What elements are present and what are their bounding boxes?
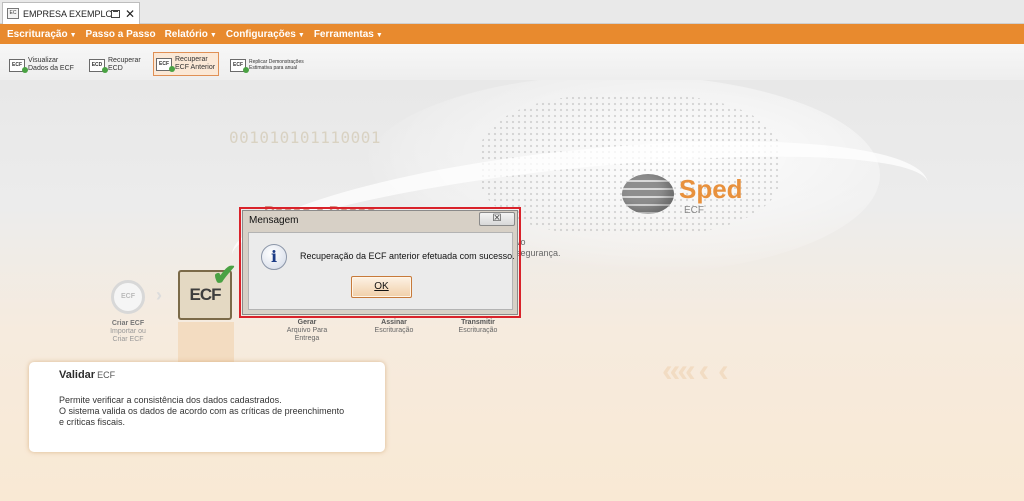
restore-icon[interactable] [110,9,120,18]
intro-text-fragment: segurança. [516,248,561,258]
recuperar-ecf-anterior-button[interactable]: ECF Recuperar ECF Anterior [153,52,220,76]
caret-down-icon: ▼ [69,31,77,39]
tool-label-line1: Recuperar [108,57,141,64]
caret-down-icon: ▼ [375,31,383,39]
chevron-right-icon: › [156,285,162,305]
ecf-file-icon: ECF [156,57,175,72]
step-subtitle: Arquivo Para [286,327,328,334]
ecd-file-icon: ECD [89,58,108,73]
gerar-step-label[interactable]: Gerar Arquivo Para Entrega [279,319,335,343]
menu-label: Relatório [164,28,208,40]
tool-label-line1: Recuperar [175,56,208,63]
menu-configuracoes[interactable]: Configurações ▼ [226,29,305,40]
caret-down-icon: ▼ [297,31,305,39]
ecf-file-icon: ECF [230,58,249,73]
description-line: O sistema valida os dados de acordo com … [59,406,345,416]
step-subtitle: Importar ou [110,328,146,335]
tool-label: Recuperar ECD [108,57,141,73]
menu-label: Passo a Passo [85,28,156,40]
tool-label-line2: ECF Anterior [175,64,216,71]
validar-title-text: Validar [59,369,96,381]
close-icon[interactable]: ✕ [125,8,135,20]
description-line: e críticas fiscais. [59,417,126,427]
step-subtitle: Criar ECF [112,336,144,343]
tool-label: Visualizar Dados da ECF [28,57,74,73]
sped-logo-word: Sped [679,174,743,204]
step-title: Gerar [297,319,317,326]
description-line: Permite verificar a consistência dos dad… [59,395,282,405]
checkmark-icon: ✔ [212,259,238,292]
tool-label: Recuperar ECF Anterior [175,56,215,72]
validar-info-panel: Validar ECF Permite verificar a consistên… [29,362,385,452]
validar-panel-title: Validar ECF [59,369,385,381]
menu-label: Escrituração [7,28,68,40]
dialog-close-button[interactable]: ☒ [479,212,515,226]
message-dialog: Mensagem ☒ i Recuperação da ECF anterior… [242,210,518,315]
tool-label-line2: ECD [108,65,123,72]
menu-ferramentas[interactable]: Ferramentas ▼ [314,29,383,40]
window-tab-bar: EC EMPRESA EXEMPLO... ✕ [0,0,1024,24]
sped-logo-sub: ECF [684,205,704,216]
sped-ecf-logo: Sped ECF [622,172,743,222]
tab-title: EMPRESA EXEMPLO... [23,8,111,19]
tool-label-line1: Visualizar [28,57,59,64]
replicar-demonstracoes-button[interactable]: ECF Replicar Demonstrações Estimativa par… [230,53,304,77]
active-step-connector [178,322,234,362]
tool-label-line2: Dados da ECF [28,65,74,72]
chevrons-left-decoration: ‹‹‹‹ ‹ ‹ [662,352,729,388]
sped-globe-icon [622,174,674,214]
info-icon: i [261,244,287,270]
dialog-body: i Recuperação da ECF anterior efetuada c… [248,232,515,310]
step-title: Assinar [381,319,407,326]
menu-label: Configurações [225,28,296,40]
tool-label-line2: Estimativa para anual [249,65,298,71]
assinar-step-label[interactable]: Assinar Escrituração [366,319,422,335]
app-icon: EC [7,8,19,19]
dialog-title: Mensagem [249,215,299,226]
tab-empresa-exemplo[interactable]: EC EMPRESA EXEMPLO... ✕ [2,2,140,24]
criar-ecf-step-icon[interactable]: ECF [111,280,145,314]
ok-button[interactable]: OK [351,276,412,298]
step-subtitle: Escrituração [458,327,498,334]
menu-escrituracao[interactable]: Escrituração ▼ [7,29,77,40]
caret-down-icon: ▼ [209,31,217,39]
ecf-file-icon: ECF [9,58,28,73]
recuperar-ecd-button[interactable]: ECD Recuperar ECD [89,53,141,77]
menu-label: Ferramentas [313,28,374,40]
step-subtitle: Entrega [294,335,320,342]
criar-ecf-caption: Criar ECF Importar ou Criar ECF [100,320,156,344]
step-title: Transmitir [461,319,495,326]
validar-title-suffix: ECF [97,370,116,380]
binary-decoration: 001010101110001 [229,128,381,147]
toolbar: ECF Visualizar Dados da ECF ECD Recuperar… [0,44,1024,80]
step-title: Criar ECF [111,320,145,327]
validar-description: Permite verificar a consistência dos dad… [59,395,385,428]
transmitir-step-label[interactable]: Transmitir Escrituração [450,319,506,335]
menu-passo-a-passo[interactable]: Passo a Passo [86,29,156,40]
step-subtitle: Escrituração [374,327,414,334]
tool-label: Replicar Demonstrações Estimativa para an… [249,59,304,71]
visualizar-dados-ecf-button[interactable]: ECF Visualizar Dados da ECF [9,53,74,77]
menu-relatorio[interactable]: Relatório ▼ [165,29,217,40]
dialog-message: Recuperação da ECF anterior efetuada com… [300,251,515,261]
main-menu-bar: Escrituração ▼ Passo a Passo Relatório ▼ C… [0,24,1024,44]
